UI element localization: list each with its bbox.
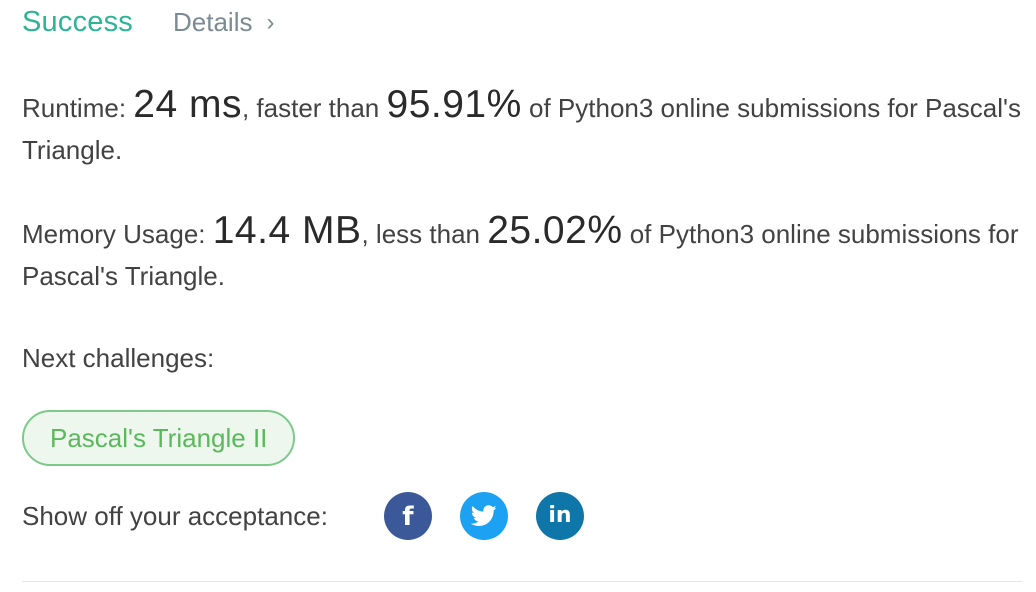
challenge-pascals-triangle-ii[interactable]: Pascal's Triangle II [22,410,296,466]
memory-stat: Memory Usage: 14.4 MB, less than 25.02% … [22,210,1022,297]
runtime-mid: , faster than [241,93,387,123]
runtime-label: Runtime: [22,93,134,123]
facebook-share-button[interactable]: f [383,492,432,540]
facebook-icon: f [402,502,414,532]
share-row: Show off your acceptance: f in [22,492,584,540]
runtime-percentile: 95.91% [386,83,522,126]
details-label: Details [173,7,253,37]
result-header: Success Details › [22,6,274,39]
details-link[interactable]: Details › [173,7,274,38]
memory-label: Memory Usage: [22,219,213,249]
runtime-stat: Runtime: 24 ms, faster than 95.91% of Py… [22,84,1022,171]
status-label: Success [22,6,133,38]
memory-mid: , less than [361,219,488,249]
twitter-icon [470,505,497,526]
next-challenges-label: Next challenges: [22,343,215,373]
share-label: Show off your acceptance: [22,500,328,531]
memory-percentile: 25.02% [487,209,623,252]
linkedin-share-button[interactable]: in [535,492,584,540]
chevron-right-icon: › [266,9,275,36]
memory-value: 14.4 MB [212,209,362,252]
divider [22,581,1022,582]
twitter-share-button[interactable] [459,492,508,540]
linkedin-icon: in [548,503,572,528]
runtime-value: 24 ms [133,83,242,126]
